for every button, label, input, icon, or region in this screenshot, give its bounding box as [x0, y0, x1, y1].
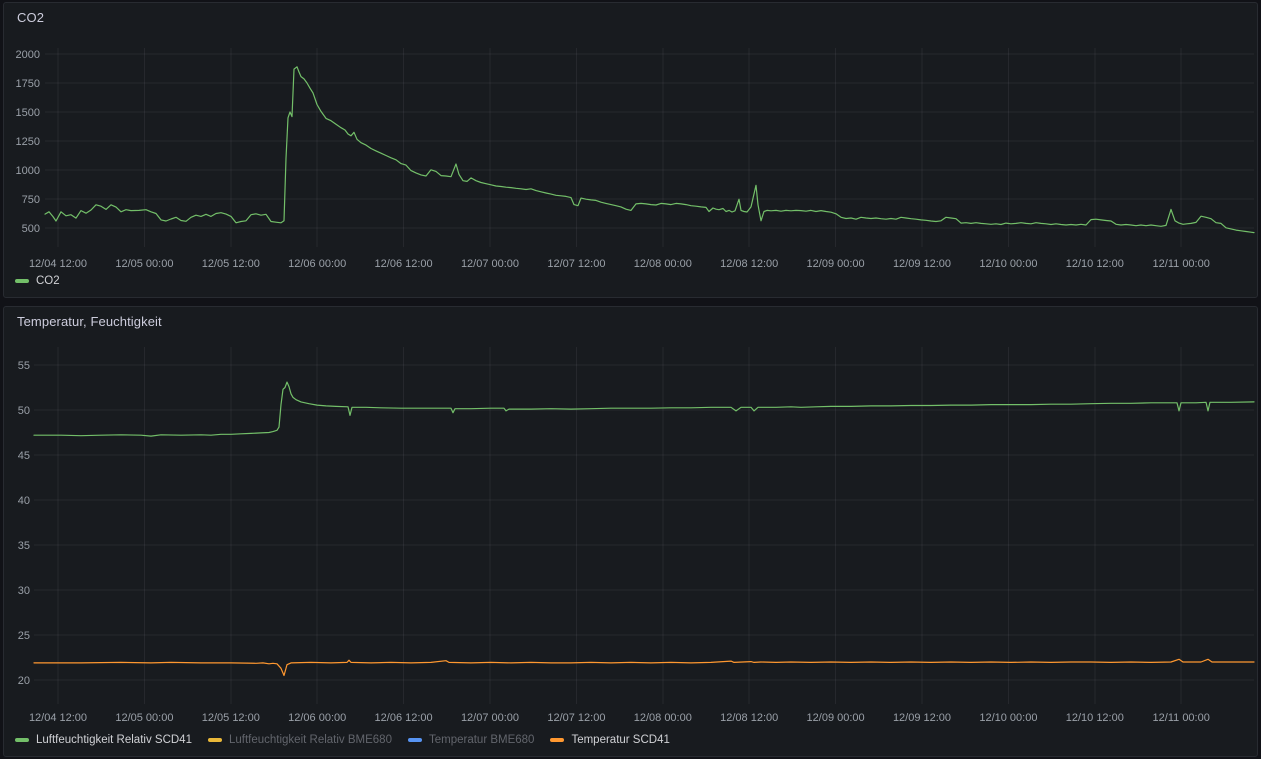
x-axis-tick-label: 12/06 12:00: [375, 258, 433, 270]
x-axis-tick-label: 12/07 12:00: [547, 712, 605, 724]
y-axis-tick-label: 25: [18, 630, 30, 642]
x-axis-tick-label: 12/10 12:00: [1066, 258, 1124, 270]
y-axis-tick-label: 35: [18, 540, 30, 552]
legend-item-co2[interactable]: CO2: [15, 275, 60, 287]
x-axis-tick-label: 12/05 00:00: [115, 712, 173, 724]
x-axis-tick-label: 12/09 12:00: [893, 712, 951, 724]
x-axis-tick-label: 12/06 00:00: [288, 258, 346, 270]
x-axis-tick-label: 12/07 00:00: [461, 712, 519, 724]
series-line-luftfeuchtigkeit-relativ-scd41: [34, 382, 1254, 436]
x-axis-tick-label: 12/08 00:00: [634, 258, 692, 270]
x-axis-tick-label: 12/06 00:00: [288, 712, 346, 724]
legend-item-luftfeuchtigkeit-relativ-bme680[interactable]: Luftfeuchtigkeit Relativ BME680: [208, 734, 392, 746]
temperatur-feuchtigkeit-legend: Luftfeuchtigkeit Relativ SCD41 Luftfeucht…: [15, 734, 686, 746]
legend-item-temperatur-scd41[interactable]: Temperatur SCD41: [550, 734, 669, 746]
co2-legend: CO2: [15, 275, 76, 287]
legend-label: Temperatur SCD41: [571, 734, 669, 746]
x-axis-tick-label: 12/08 12:00: [720, 258, 778, 270]
x-axis-tick-label: 12/07 00:00: [461, 258, 519, 270]
y-axis-tick-label: 1250: [16, 136, 40, 148]
x-axis-tick-label: 12/08 12:00: [720, 712, 778, 724]
y-axis-tick-label: 1500: [16, 107, 40, 119]
series-line-co2: [45, 67, 1254, 233]
co2-chart[interactable]: 2000 1750 1500 1250 1000 750 500 12/04 12:00 12/…: [4, 3, 1257, 273]
x-axis-tick-label: 12/07 12:00: [547, 258, 605, 270]
legend-swatch-icon: [408, 738, 422, 742]
x-axis-tick-label: 12/04 12:00: [29, 712, 87, 724]
x-axis-tick-label: 12/06 12:00: [375, 712, 433, 724]
panel-temperatur-feuchtigkeit: Temperatur, Feuchtigkeit 55 50 45 40 35 30 25 2…: [3, 306, 1258, 757]
legend-item-luftfeuchtigkeit-relativ-scd41[interactable]: Luftfeuchtigkeit Relativ SCD41: [15, 734, 192, 746]
temperatur-feuchtigkeit-chart[interactable]: 55 50 45 40 35 30 25 20 12/04 12:00 12/05 00:00 12…: [4, 307, 1257, 729]
grafana-dashboard: CO2 2000 1750 1500 1250 1000 750 500 12/04 12:0…: [0, 0, 1261, 759]
y-axis-tick-label: 30: [18, 585, 30, 597]
x-axis-tick-label: 12/09 00:00: [807, 258, 865, 270]
legend-label: Luftfeuchtigkeit Relativ SCD41: [36, 734, 192, 746]
x-axis-tick-label: 12/05 12:00: [202, 258, 260, 270]
series-line-temperatur-scd41: [34, 659, 1254, 675]
legend-label: Temperatur BME680: [429, 734, 534, 746]
x-axis-tick-label: 12/05 12:00: [202, 712, 260, 724]
y-axis-tick-label: 50: [18, 405, 30, 417]
y-axis-tick-label: 1750: [16, 78, 40, 90]
x-axis-tick-label: 12/09 12:00: [893, 258, 951, 270]
y-axis-tick-label: 750: [22, 194, 40, 206]
legend-item-temperatur-bme680[interactable]: Temperatur BME680: [408, 734, 534, 746]
x-axis-tick-label: 12/09 00:00: [807, 712, 865, 724]
y-axis-tick-label: 2000: [16, 49, 40, 61]
legend-swatch-icon: [208, 738, 222, 742]
legend-swatch-icon: [550, 738, 564, 742]
legend-swatch-icon: [15, 279, 29, 283]
legend-swatch-icon: [15, 738, 29, 742]
y-axis-tick-label: 55: [18, 360, 30, 372]
y-axis-tick-label: 20: [18, 675, 30, 687]
x-axis-tick-label: 12/10 00:00: [979, 712, 1037, 724]
y-axis-tick-label: 500: [22, 223, 40, 235]
y-axis-tick-label: 40: [18, 495, 30, 507]
panel-title-temperatur-feuchtigkeit[interactable]: Temperatur, Feuchtigkeit: [17, 314, 162, 329]
legend-label: CO2: [36, 275, 60, 287]
panel-co2: CO2 2000 1750 1500 1250 1000 750 500 12/04 12:0…: [3, 2, 1258, 298]
x-axis-tick-label: 12/04 12:00: [29, 258, 87, 270]
x-axis-tick-label: 12/11 00:00: [1153, 712, 1210, 724]
legend-label: Luftfeuchtigkeit Relativ BME680: [229, 734, 392, 746]
y-axis-tick-label: 1000: [16, 165, 40, 177]
x-axis-tick-label: 12/11 00:00: [1153, 258, 1210, 270]
panel-title-co2[interactable]: CO2: [17, 10, 44, 25]
y-axis-tick-label: 45: [18, 450, 30, 462]
x-axis-tick-label: 12/08 00:00: [634, 712, 692, 724]
x-axis-tick-label: 12/10 12:00: [1066, 712, 1124, 724]
x-axis-tick-label: 12/10 00:00: [979, 258, 1037, 270]
x-axis-tick-label: 12/05 00:00: [115, 258, 173, 270]
